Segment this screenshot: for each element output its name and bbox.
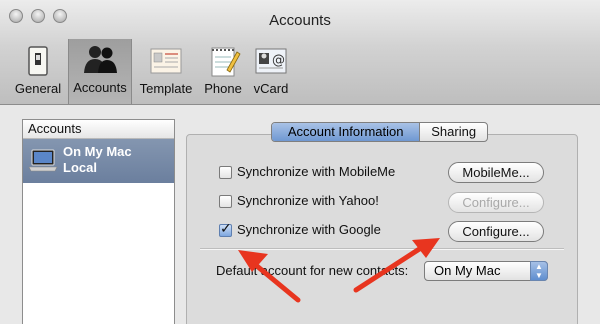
accounts-preferences-window: Accounts General Accounts Template Phone… — [0, 0, 600, 324]
annotation-arrows — [238, 238, 440, 303]
annotation-arrow-to-checkbox — [238, 250, 301, 303]
annotation-arrow-to-configure — [353, 238, 440, 293]
